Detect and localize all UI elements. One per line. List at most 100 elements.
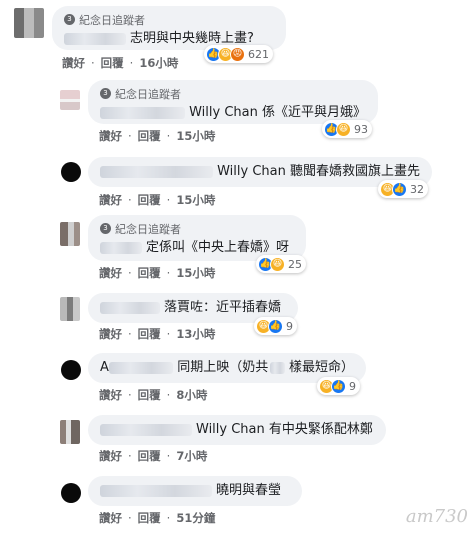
- comment-actions: 讚好 · 回覆 · 7小時: [99, 448, 207, 464]
- reactions-summary[interactable]: 😆 👍 9: [254, 317, 297, 335]
- reply-link[interactable]: 回覆: [138, 448, 161, 464]
- timestamp[interactable]: 15小時: [176, 192, 215, 208]
- separator: ·: [128, 511, 132, 525]
- comment-actions: 讚好 · 回覆 · 13小時: [99, 326, 215, 342]
- comment-text: 落賈咗：近平插春嬌: [164, 300, 282, 315]
- like-link[interactable]: 讚好: [99, 192, 122, 208]
- badge-icon: 3: [100, 223, 111, 234]
- avatar[interactable]: [60, 90, 80, 110]
- timestamp[interactable]: 16小時: [139, 55, 178, 71]
- reactions-summary[interactable]: 😆 👍 32: [378, 180, 428, 198]
- badge-icon: 3: [64, 14, 75, 25]
- watermark-logo: am730: [405, 506, 468, 527]
- reactions-summary[interactable]: 👍 😆 93: [322, 120, 372, 138]
- separator: ·: [166, 449, 171, 463]
- reply-link[interactable]: 回覆: [101, 55, 124, 71]
- reaction-count: 9: [286, 319, 293, 333]
- fan-badge: 3 紀念日追蹤者: [100, 86, 366, 101]
- like-reaction-icon: 👍: [392, 181, 407, 197]
- badge-label: 紀念日追蹤者: [115, 87, 181, 101]
- separator: ·: [166, 511, 171, 525]
- comment-bubble: 3 紀念日追蹤者 志明與中央幾時上畫?: [52, 6, 286, 50]
- reply-link[interactable]: 回覆: [138, 265, 161, 281]
- like-link[interactable]: 讚好: [99, 128, 122, 144]
- separator: ·: [128, 129, 132, 143]
- blurred-name[interactable]: [100, 302, 160, 314]
- reaction-count: 621: [248, 47, 269, 61]
- separator: ·: [128, 327, 132, 341]
- avatar[interactable]: [60, 222, 80, 246]
- separator: ·: [128, 449, 132, 463]
- avatar[interactable]: [60, 420, 80, 444]
- like-reaction-icon: 👍: [268, 318, 283, 334]
- badge-icon: 3: [100, 88, 111, 99]
- like-link[interactable]: 讚好: [62, 55, 85, 71]
- reactions-summary[interactable]: 👍 😆 😡 621: [204, 45, 273, 63]
- angry-reaction-icon: 😡: [230, 46, 245, 62]
- like-link[interactable]: 讚好: [99, 448, 122, 464]
- reply-link[interactable]: 回覆: [138, 326, 161, 342]
- comment-text-tail: 樣最短命）: [288, 360, 354, 375]
- separator: ·: [129, 56, 134, 70]
- timestamp[interactable]: 15小時: [176, 265, 215, 281]
- comment-text: Willy Chan 有中央緊係配林鄭: [196, 422, 373, 437]
- comment-bubble: 曉明與春瑩: [88, 476, 302, 506]
- fan-badge: 3 紀念日追蹤者: [64, 12, 274, 27]
- badge-label: 紀念日追蹤者: [79, 13, 145, 27]
- comment-text: 同期上映（奶共: [177, 360, 269, 375]
- separator: ·: [166, 327, 171, 341]
- like-link[interactable]: 讚好: [99, 387, 122, 403]
- like-link[interactable]: 讚好: [99, 510, 122, 526]
- separator: ·: [166, 193, 171, 207]
- separator: ·: [166, 129, 171, 143]
- reaction-count: 32: [410, 182, 424, 196]
- reply-link[interactable]: 回覆: [138, 387, 161, 403]
- comment-bubble: 3 紀念日追蹤者 Willy Chan 係《近平與月娥》: [88, 80, 378, 124]
- blurred-name[interactable]: [100, 485, 212, 497]
- reactions-summary[interactable]: 👍 😆 25: [256, 255, 306, 273]
- like-link[interactable]: 讚好: [99, 265, 122, 281]
- separator: ·: [166, 388, 171, 402]
- reaction-count: 25: [288, 257, 302, 271]
- avatar[interactable]: [60, 297, 80, 321]
- censored-word: [270, 362, 285, 374]
- comment-actions: 讚好 · 回覆 · 8小時: [99, 387, 207, 403]
- avatar[interactable]: [61, 162, 81, 182]
- comment-actions: 讚好 · 回覆 · 51分鐘: [99, 510, 215, 526]
- comment-text: 曉明與春瑩: [216, 483, 282, 498]
- comment-actions: 讚好 · 回覆 · 15小時: [99, 192, 215, 208]
- comment-actions: 讚好 · 回覆 · 15小時: [99, 265, 215, 281]
- comment-actions: 讚好 · 回覆 · 15小時: [99, 128, 215, 144]
- separator: ·: [166, 266, 171, 280]
- comment-actions: 讚好 · 回覆 · 16小時: [62, 55, 178, 71]
- comment-text: Willy Chan 聽聞春嬌救國旗上畫先: [217, 164, 420, 179]
- like-link[interactable]: 讚好: [99, 326, 122, 342]
- reaction-count: 93: [354, 122, 368, 136]
- timestamp[interactable]: 15小時: [176, 128, 215, 144]
- separator: ·: [91, 56, 95, 70]
- timestamp[interactable]: 8小時: [176, 387, 207, 403]
- separator: ·: [128, 266, 132, 280]
- blurred-name[interactable]: [64, 33, 126, 45]
- comment-prefix: A: [100, 360, 109, 375]
- blurred-name[interactable]: [108, 362, 174, 374]
- avatar[interactable]: [61, 483, 81, 503]
- reply-link[interactable]: 回覆: [138, 128, 161, 144]
- separator: ·: [128, 388, 132, 402]
- avatar[interactable]: [14, 8, 44, 38]
- timestamp[interactable]: 7小時: [176, 448, 207, 464]
- blurred-name[interactable]: [100, 424, 192, 436]
- blurred-name[interactable]: [100, 242, 142, 254]
- timestamp[interactable]: 13小時: [176, 326, 215, 342]
- reply-link[interactable]: 回覆: [138, 192, 161, 208]
- comment-bubble: Willy Chan 有中央緊係配林鄭: [88, 415, 386, 445]
- timestamp[interactable]: 51分鐘: [176, 510, 215, 526]
- reactions-summary[interactable]: 😆 👍 9: [317, 377, 360, 395]
- blurred-name[interactable]: [100, 166, 214, 178]
- blurred-name[interactable]: [100, 107, 186, 119]
- badge-label: 紀念日追蹤者: [115, 222, 181, 236]
- reply-link[interactable]: 回覆: [138, 510, 161, 526]
- haha-reaction-icon: 😆: [270, 256, 285, 272]
- fan-badge: 3 紀念日追蹤者: [100, 221, 294, 236]
- avatar[interactable]: [61, 360, 81, 380]
